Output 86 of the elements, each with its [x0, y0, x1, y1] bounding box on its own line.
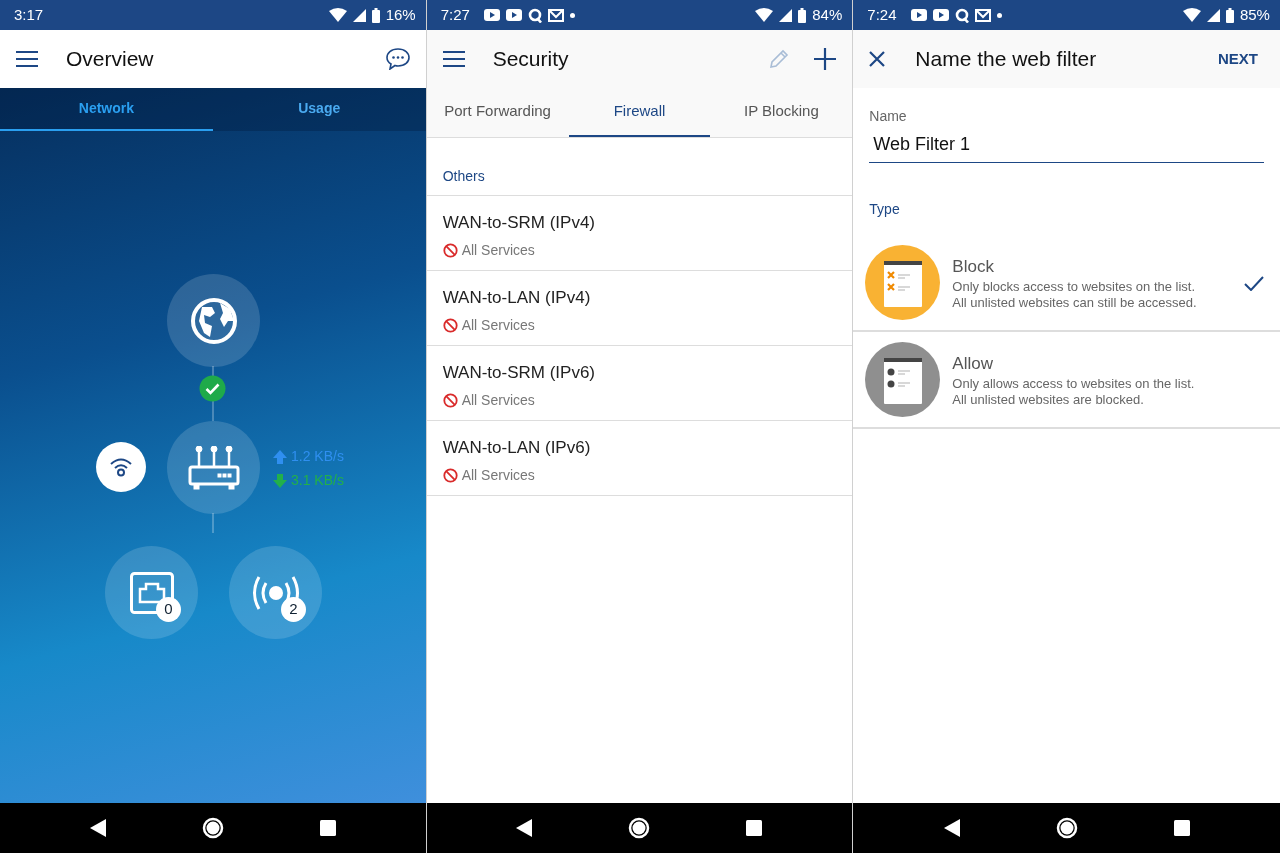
pencil-drawing [768, 48, 791, 70]
tab[interactable]: Network [0, 88, 213, 131]
upload-arrow-icon [273, 449, 287, 464]
rule-services: All Services [461, 390, 535, 410]
close-icon[interactable] [869, 51, 886, 67]
name-input[interactable]: Web Filter 1 [869, 127, 1264, 163]
battery-percent: 85% [1239, 4, 1270, 25]
option-title: Block [952, 255, 995, 278]
clock: 7:24 [867, 4, 897, 25]
notification-dot-icon [569, 12, 575, 18]
cell-signal-icon [352, 8, 366, 22]
no-entry-icon [442, 317, 458, 333]
video-icon [483, 9, 500, 21]
menu-icon[interactable] [16, 51, 38, 67]
add-icon[interactable] [814, 48, 837, 70]
rule-services: All Services [461, 240, 535, 260]
back-icon[interactable] [516, 819, 533, 837]
wifi-signal-icon [755, 8, 774, 22]
tab[interactable]: Usage [212, 88, 426, 131]
tab[interactable]: Firewall [568, 88, 711, 137]
rule-name[interactable]: WAN-to-LAN (IPv4) [442, 288, 591, 307]
plus-drawing [814, 48, 837, 70]
cell-signal-icon [1206, 8, 1220, 22]
upload-speed: 1.2 KB/s [291, 447, 344, 466]
mail-icon [974, 8, 991, 22]
screen-title: Overview [66, 46, 154, 73]
q-icon [527, 7, 542, 23]
battery-percent: 16% [385, 4, 416, 25]
globe-icon [189, 296, 238, 345]
chat-bubble-drawing [385, 48, 410, 70]
battery-icon [371, 7, 380, 23]
recents-icon[interactable] [746, 820, 763, 836]
blocklist-icon [865, 245, 941, 320]
wifi-signal-icon [1182, 8, 1201, 22]
filter-type-option[interactable]: Block Only blocks access to websites on the list. All unlisted websites can still be accessed. [853, 235, 1280, 332]
filter-type-option[interactable]: Allow Only allows access to websites on the list. All unlisted websites are blocked. [853, 332, 1280, 429]
clock: 7:27 [440, 4, 470, 25]
recents-icon[interactable] [1173, 820, 1190, 836]
no-entry-icon [442, 467, 458, 483]
home-icon[interactable] [201, 817, 224, 839]
wifi-signal-icon [328, 8, 347, 22]
menu-icon[interactable] [442, 51, 465, 67]
screen-title: Security [492, 46, 569, 73]
home-icon[interactable] [1055, 817, 1078, 839]
video-icon [910, 9, 927, 21]
router-icon [186, 445, 241, 490]
rule-name[interactable]: WAN-to-SRM (IPv6) [442, 363, 596, 382]
screen-title: Name the web filter [915, 46, 1097, 73]
option-description: Only blocks access to websites on the list. All unlisted websites can still be accessed. [952, 279, 1198, 312]
next-button[interactable]: NEXT [1211, 46, 1264, 72]
no-entry-icon [442, 242, 458, 258]
mail-icon [547, 8, 564, 22]
count-badge: 0 [156, 597, 181, 622]
rule-name[interactable]: WAN-to-LAN (IPv6) [442, 438, 591, 457]
home-icon[interactable] [628, 817, 651, 839]
tab[interactable]: Port Forwarding [426, 88, 569, 137]
recents-icon[interactable] [319, 820, 336, 836]
video-icon [505, 9, 522, 21]
section-header: Type [869, 201, 900, 217]
clock: 3:17 [14, 4, 44, 25]
cell-signal-icon [779, 8, 793, 22]
back-icon[interactable] [943, 819, 960, 837]
back-icon[interactable] [89, 819, 106, 837]
download-speed: 3.1 KB/s [291, 471, 344, 490]
x-drawing [869, 51, 886, 67]
chat-icon[interactable] [385, 48, 410, 70]
tab[interactable]: IP Blocking [710, 88, 853, 137]
rule-services: All Services [461, 315, 535, 335]
wifi-button[interactable] [96, 442, 146, 492]
download-arrow-icon [273, 473, 287, 488]
option-description: Only allows access to websites on the list. All unlisted websites are blocked. [952, 376, 1196, 409]
battery-percent: 84% [812, 4, 843, 25]
video-icon [932, 9, 949, 21]
checklist-icon [865, 342, 941, 417]
no-entry-icon [442, 392, 458, 408]
notification-dot-icon [996, 12, 1002, 18]
section-header: Others [442, 168, 485, 184]
rule-services: All Services [461, 465, 535, 485]
q-icon [954, 7, 969, 23]
battery-icon [1225, 7, 1234, 23]
battery-icon [798, 7, 807, 23]
field-label: Name [869, 108, 907, 124]
count-badge: 2 [281, 597, 306, 622]
option-title: Allow [952, 352, 994, 375]
wifi-icon [109, 457, 133, 477]
rule-name[interactable]: WAN-to-SRM (IPv4) [442, 213, 596, 232]
